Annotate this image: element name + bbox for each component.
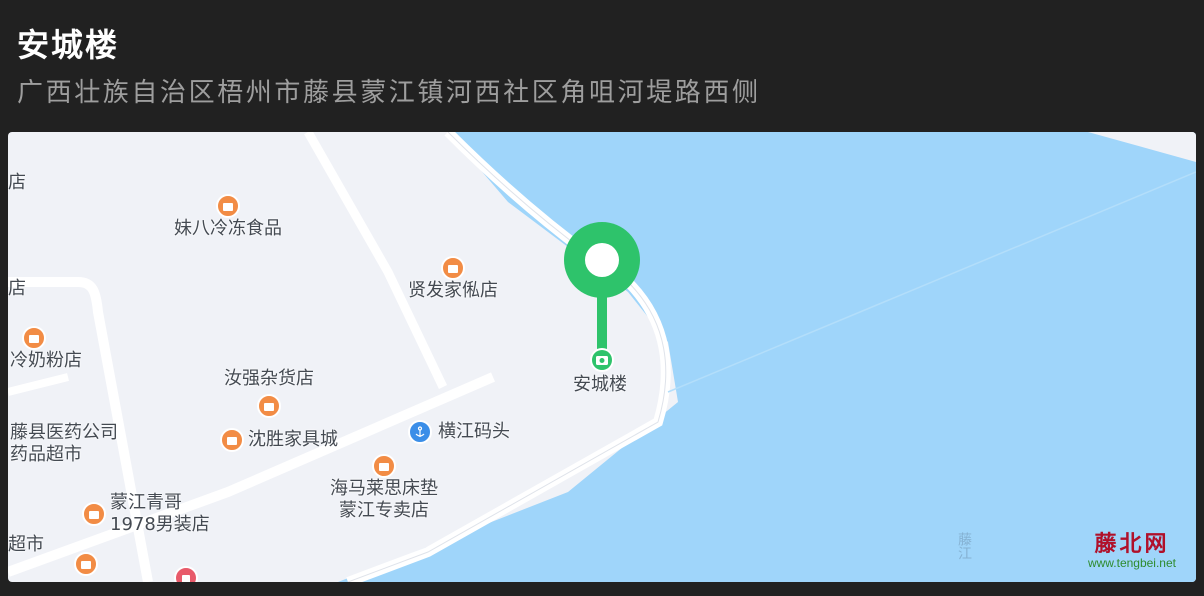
poi-label: 横江码头	[438, 421, 510, 442]
poi-label: 妹八冷冻食品	[174, 218, 282, 239]
poi-label: 沈胜家具城	[248, 429, 338, 450]
poi-pharmacy[interactable]: 藤县医药公司 药品超市	[10, 422, 118, 466]
place-title: 安城楼	[17, 26, 120, 64]
site-watermark: 藤北网 www.tengbei.net	[1088, 532, 1176, 570]
poi-label: 贤发家俬店	[408, 280, 498, 301]
shop-icon	[74, 552, 98, 576]
poi-label: 店	[8, 278, 26, 299]
poi-label: 蒙江专卖店	[339, 500, 429, 521]
poi-label: 超市	[8, 534, 44, 555]
cart-icon	[257, 394, 281, 418]
poi-label: 汝强杂货店	[224, 368, 314, 389]
poi-store-partial[interactable]: 店	[8, 278, 26, 300]
shop-icon	[22, 326, 46, 350]
watermark-url: www.tengbei.net	[1087, 556, 1176, 570]
shop-icon	[441, 256, 465, 280]
shop-icon	[216, 194, 240, 218]
poi-label: 1978男装店	[110, 514, 210, 535]
poi-furniture-shop[interactable]: 贤发家俬店	[408, 256, 498, 302]
location-pin-icon[interactable]	[560, 218, 644, 378]
poi-menswear[interactable]: 蒙江青哥 1978男装店	[82, 492, 210, 536]
poi-grocery[interactable]: 汝强杂货店	[224, 368, 314, 418]
poi-label: 蒙江青哥	[110, 492, 182, 513]
poi-frozen-food[interactable]: 妹八冷冻食品	[174, 194, 282, 240]
hospital-icon	[174, 566, 198, 582]
poi-label: 海马莱思床垫	[330, 478, 438, 499]
road-left-horizontal	[8, 373, 69, 396]
poi-furniture-city[interactable]: 沈胜家具城	[220, 428, 338, 452]
poi-wharf[interactable]: 横江码头	[408, 420, 510, 444]
shop-icon	[82, 502, 106, 526]
watermark-name: 藤北网	[1094, 531, 1170, 557]
poi-mattress[interactable]: 海马莱思床垫 蒙江专卖店	[330, 454, 438, 522]
poi-store-top-partial[interactable]: 店	[8, 172, 26, 194]
poi-label: 店	[8, 172, 26, 193]
river-water	[338, 132, 1196, 582]
shop-icon	[372, 454, 396, 478]
shop-icon	[220, 428, 244, 452]
map-view[interactable]: 妹八冷冻食品 贤发家俬店 汝强杂货店 沈胜家具城 横江码头 海马莱思床垫 蒙江专…	[8, 132, 1196, 582]
poi-label: 冷奶粉店	[10, 350, 82, 371]
poi-milk-powder[interactable]: 冷奶粉店	[10, 326, 82, 372]
place-address: 广西壮族自治区梧州市藤县蒙江镇河西社区角咀河堤路西侧	[17, 78, 761, 108]
poi-label: 药品超市	[10, 444, 82, 465]
poi-supermarket-partial[interactable]: 超市	[8, 534, 44, 556]
anchor-icon	[408, 420, 432, 444]
poi-bottom-hospital[interactable]	[174, 566, 198, 582]
poi-label: 藤县医药公司	[10, 422, 118, 443]
river-label: 藤江	[956, 532, 972, 560]
poi-bottom-shop[interactable]	[74, 552, 98, 576]
marker-label: 安城楼	[573, 374, 627, 395]
